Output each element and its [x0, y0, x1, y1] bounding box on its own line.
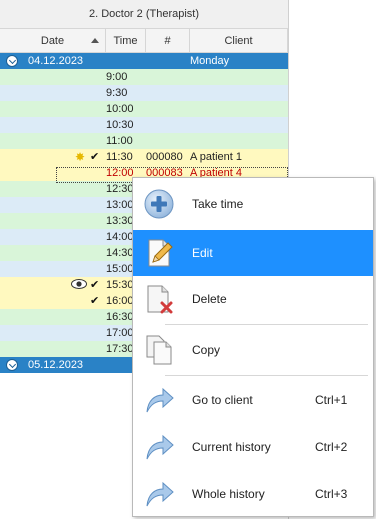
time-cell: 10:00 — [106, 103, 134, 115]
time-cell: 15:00 — [106, 263, 134, 275]
time-cell: 16:00 — [106, 295, 134, 307]
time-cell: 11:30 — [106, 151, 133, 163]
doctor-header: 2. Doctor 2 (Therapist) — [0, 0, 288, 29]
time-cell: 11:00 — [106, 135, 133, 147]
checkmark-icon: ✔ — [90, 295, 100, 307]
time-cell: 14:00 — [106, 231, 134, 243]
menu-item-label: Delete — [192, 292, 227, 306]
time-cell: 12:30 — [106, 183, 134, 195]
menu-item-copy[interactable]: Copy — [133, 327, 373, 373]
menu-item-label: Whole history — [192, 487, 265, 501]
plus-circle-icon — [144, 189, 174, 219]
menu-item-label: Edit — [192, 246, 213, 260]
menu-item-label: Take time — [192, 197, 244, 211]
number-cell: 000080 — [146, 151, 183, 163]
arrow-icon — [146, 481, 174, 507]
eye-icon — [71, 279, 87, 289]
checkmark-icon: ✔ — [90, 151, 100, 163]
time-cell: 15:30 — [106, 279, 134, 291]
delete-doc-icon — [147, 285, 173, 314]
copy-icon — [146, 335, 172, 365]
time-cell: 16:30 — [106, 311, 134, 323]
time-cell: 10:30 — [106, 119, 134, 131]
pencil-icon — [148, 239, 173, 267]
column-header-client-label: Client — [224, 34, 253, 47]
table-row[interactable]: ✸ ✔ 11:30 000080 A patient 1 — [0, 149, 288, 165]
group-day: Monday — [190, 55, 230, 67]
menu-item-go-to-client[interactable]: Go to client Ctrl+1 — [133, 377, 373, 423]
time-cell: 12:00 — [106, 167, 134, 179]
group-date: 04.12.2023 — [28, 55, 84, 67]
time-cell: 17:00 — [106, 327, 134, 339]
column-header-time[interactable]: Time — [106, 29, 146, 53]
menu-separator — [165, 324, 368, 325]
table-row[interactable]: 10:30 — [0, 117, 288, 133]
menu-item-label: Current history — [192, 440, 271, 454]
time-cell: 13:00 — [106, 199, 134, 211]
menu-item-shortcut: Ctrl+2 — [315, 440, 348, 454]
menu-separator — [165, 375, 368, 376]
sort-ascending-icon — [91, 38, 99, 43]
collapse-group-icon[interactable] — [6, 359, 18, 371]
group-date: 05.12.2023 — [28, 359, 84, 371]
table-row[interactable]: 10:00 — [0, 101, 288, 117]
star-icon: ✸ — [74, 150, 86, 164]
menu-item-shortcut: Ctrl+3 — [315, 487, 348, 501]
time-cell: 17:30 — [106, 343, 134, 355]
time-cell: 9:30 — [106, 87, 128, 99]
doctor-header-label: 2. Doctor 2 (Therapist) — [88, 8, 200, 20]
table-row[interactable]: 9:00 — [0, 69, 288, 85]
menu-item-whole-history[interactable]: Whole history Ctrl+3 — [133, 471, 373, 517]
arrow-icon — [146, 387, 174, 413]
time-cell: 9:00 — [106, 71, 128, 83]
column-header-date[interactable]: Date — [0, 29, 106, 53]
column-header-time-label: Time — [113, 34, 138, 47]
column-header-number-label: # — [164, 34, 171, 47]
table-row[interactable]: 11:00 — [0, 133, 288, 149]
menu-item-label: Copy — [192, 343, 221, 357]
column-header-client[interactable]: Client — [190, 29, 288, 53]
time-cell: 14:30 — [106, 247, 134, 259]
time-cell: 13:30 — [106, 215, 134, 227]
menu-item-shortcut: Ctrl+1 — [315, 393, 348, 407]
menu-item-label: Go to client — [192, 393, 253, 407]
table-row[interactable]: 9:30 — [0, 85, 288, 101]
group-row-date[interactable]: 04.12.2023 Monday — [0, 53, 288, 69]
menu-item-delete[interactable]: Delete — [133, 276, 373, 322]
arrow-icon — [146, 434, 174, 460]
column-header-number[interactable]: # — [146, 29, 190, 53]
checkmark-icon: ✔ — [90, 279, 100, 291]
context-menu: Take time Edit Delete Copy Go to client … — [132, 177, 374, 517]
collapse-group-icon[interactable] — [6, 55, 18, 67]
menu-item-take-time[interactable]: Take time — [133, 181, 373, 227]
client-cell: A patient 1 — [190, 151, 242, 163]
menu-item-current-history[interactable]: Current history Ctrl+2 — [133, 424, 373, 470]
menu-item-edit[interactable]: Edit — [133, 230, 373, 276]
column-header-date-label: Date — [40, 34, 65, 47]
